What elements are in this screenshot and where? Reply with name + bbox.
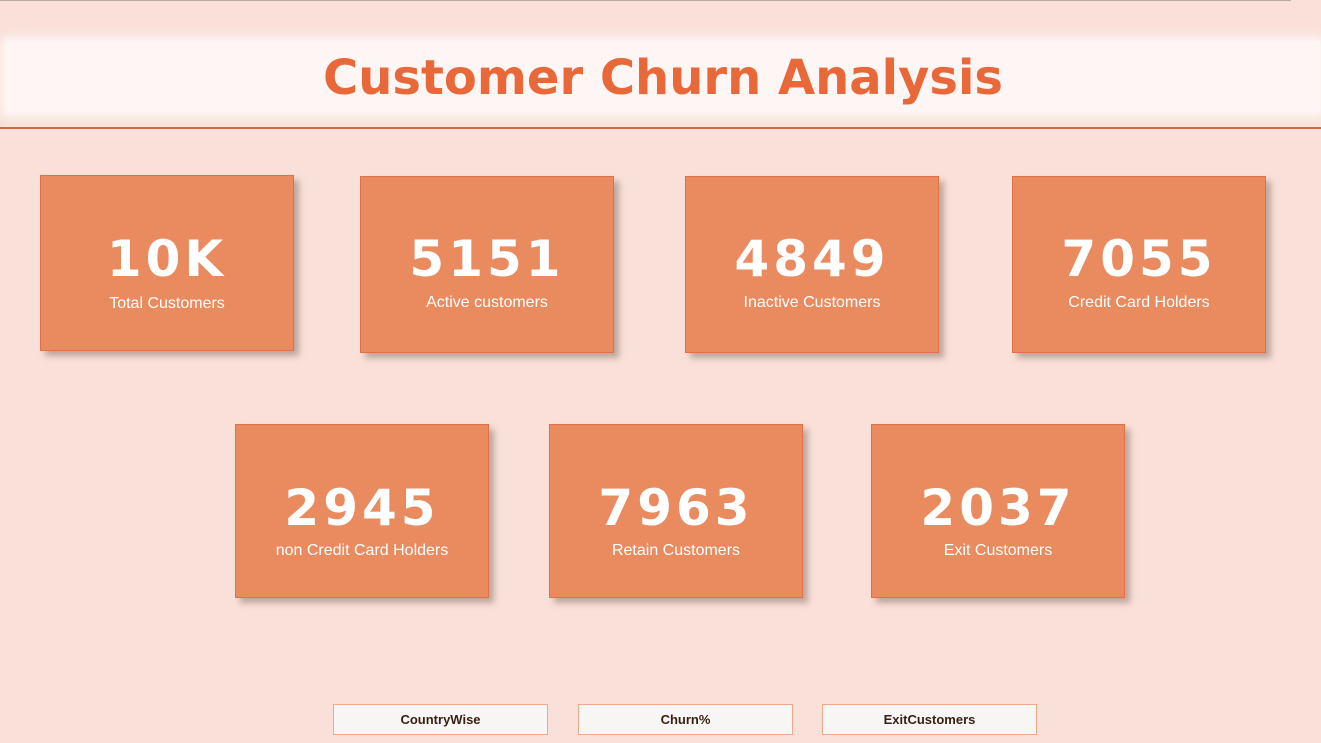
kpi-card-total-customers: 10K Total Customers	[40, 175, 294, 351]
kpi-card-retain-customers: 7963 Retain Customers	[549, 424, 803, 598]
kpi-card-non-credit-card-holders: 2945 non Credit Card Holders	[235, 424, 489, 598]
top-edge-line	[0, 0, 1291, 1]
kpi-label: non Credit Card Holders	[275, 542, 449, 559]
header-divider	[0, 127, 1321, 129]
kpi-value: 2037	[920, 479, 1076, 537]
kpi-value: 10K	[106, 230, 228, 288]
kpi-label: Active customers	[426, 294, 548, 311]
kpi-value: 5151	[409, 230, 565, 288]
kpi-card-active-customers: 5151 Active customers	[360, 176, 614, 353]
kpi-label: Retain Customers	[611, 542, 741, 559]
kpi-value: 4849	[734, 230, 890, 288]
kpi-card-credit-card-holders: 7055 Credit Card Holders	[1012, 176, 1266, 353]
kpi-card-inactive-customers: 4849 Inactive Customers	[685, 176, 939, 353]
kpi-value: 7963	[598, 479, 754, 537]
kpi-value: 2945	[284, 479, 440, 537]
page-title: Customer Churn Analysis	[322, 50, 1003, 106]
churn-percent-button[interactable]: Churn%	[578, 704, 793, 735]
title-banner: Customer Churn Analysis	[6, 42, 1320, 112]
kpi-label: Inactive Customers	[743, 294, 881, 311]
kpi-card-exit-customers: 2037 Exit Customers	[871, 424, 1125, 598]
kpi-label: Exit Customers	[943, 542, 1053, 559]
exit-customers-button[interactable]: ExitCustomers	[822, 704, 1037, 735]
countrywise-button[interactable]: CountryWise	[333, 704, 548, 735]
kpi-label: Credit Card Holders	[1068, 294, 1210, 311]
kpi-value: 7055	[1061, 230, 1217, 288]
kpi-label: Total Customers	[109, 295, 225, 312]
